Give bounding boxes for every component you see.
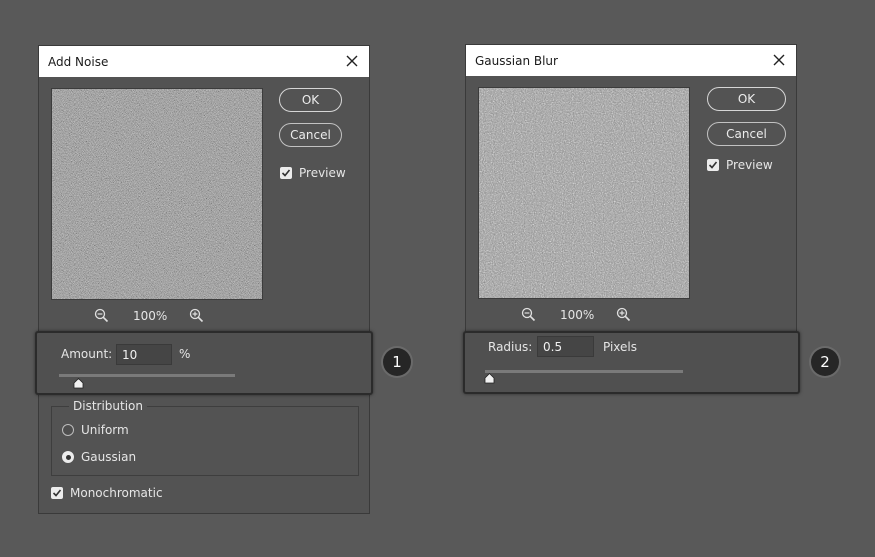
radius-label: Radius: [488, 340, 533, 354]
zoom-in-icon[interactable] [616, 307, 631, 322]
zoom-out-icon[interactable] [521, 307, 536, 322]
distribution-group: Distribution Uniform Gaussian [51, 399, 359, 476]
checkmark-icon [280, 167, 292, 179]
preview-checkbox[interactable]: Preview [280, 166, 346, 180]
distribution-label: Distribution [69, 399, 148, 413]
slider-thumb-icon[interactable] [73, 378, 84, 389]
radius-input[interactable]: 0.5 [537, 336, 594, 357]
amount-slider-track[interactable] [59, 374, 235, 377]
callout-badge-2: 2 [811, 348, 839, 376]
zoom-controls: 100% [521, 307, 631, 322]
gaussian-label: Gaussian [81, 450, 137, 464]
uniform-radio[interactable]: Uniform [62, 423, 129, 437]
gaussian-blur-preview[interactable] [478, 87, 690, 299]
amount-unit: % [179, 347, 191, 361]
radio-icon [62, 424, 74, 436]
preview-label: Preview [299, 166, 346, 180]
gaussian-radio[interactable]: Gaussian [62, 450, 136, 464]
preview-checkbox[interactable]: Preview [707, 158, 773, 172]
radius-panel: Radius: 0.5 Pixels [463, 331, 800, 394]
ok-button[interactable]: OK [279, 88, 342, 112]
noise-preview-image [52, 89, 262, 299]
ok-button[interactable]: OK [707, 87, 786, 111]
radius-slider-track[interactable] [485, 370, 683, 373]
zoom-level: 100% [133, 308, 168, 323]
cancel-button[interactable]: Cancel [279, 123, 342, 147]
preview-label: Preview [726, 158, 773, 172]
checkmark-icon [707, 159, 719, 171]
zoom-level: 100% [560, 307, 595, 322]
radio-selected-icon [62, 451, 74, 463]
monochromatic-checkbox[interactable]: Monochromatic [51, 486, 163, 500]
gaussian-blur-title: Gaussian Blur [475, 53, 558, 68]
close-icon[interactable] [343, 52, 361, 70]
blur-preview-image [479, 88, 689, 298]
checkmark-icon [51, 487, 63, 499]
amount-label: Amount: [61, 347, 113, 361]
gaussian-blur-titlebar: Gaussian Blur [466, 45, 796, 76]
uniform-label: Uniform [81, 423, 129, 437]
add-noise-preview[interactable] [51, 88, 263, 300]
callout-badge-1: 1 [383, 348, 411, 376]
close-icon[interactable] [770, 51, 788, 69]
add-noise-titlebar: Add Noise [39, 46, 369, 77]
zoom-out-icon[interactable] [94, 308, 109, 323]
radius-unit: Pixels [603, 340, 638, 354]
slider-thumb-icon[interactable] [484, 373, 495, 384]
amount-input[interactable]: 10 [116, 344, 172, 365]
zoom-controls: 100% [94, 308, 204, 323]
monochromatic-label: Monochromatic [70, 486, 163, 500]
add-noise-title: Add Noise [48, 54, 109, 69]
amount-panel: Amount: 10 % [35, 331, 373, 395]
zoom-in-icon[interactable] [189, 308, 204, 323]
add-noise-dialog: Add Noise OK Cancel Preview 100% Distrib… [38, 45, 370, 514]
cancel-button[interactable]: Cancel [707, 122, 786, 146]
